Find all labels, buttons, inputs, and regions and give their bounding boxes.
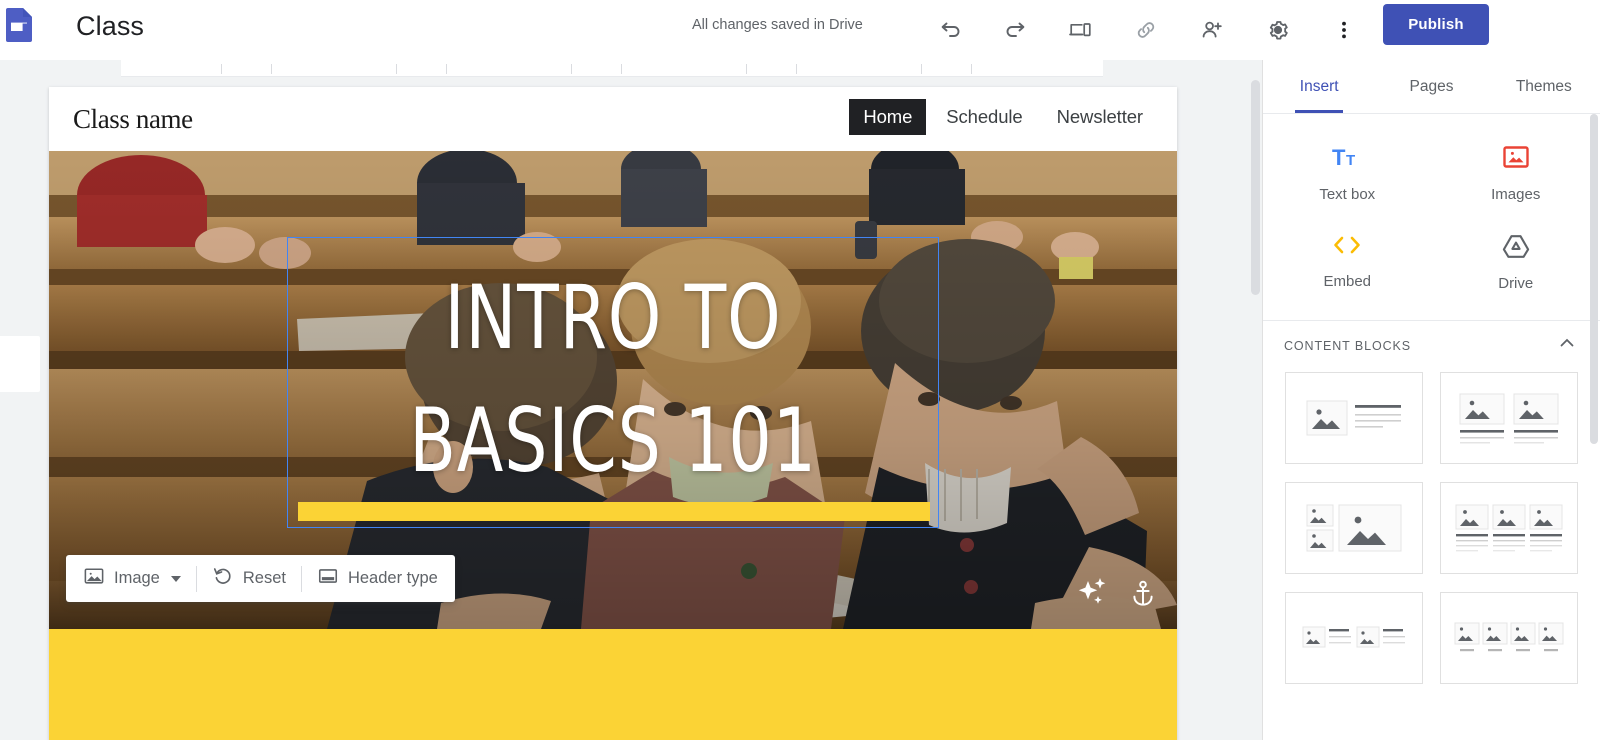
content-block-two-small-one-large-image[interactable]: [1285, 482, 1423, 574]
content-blocks-title: CONTENT BLOCKS: [1284, 338, 1411, 353]
redo-button[interactable]: [994, 8, 1038, 52]
hero-accent-bar: [298, 502, 930, 521]
content-block-three-images-with-text[interactable]: [1440, 482, 1578, 574]
canvas-scrollbar[interactable]: [1249, 78, 1262, 740]
undo-button[interactable]: [928, 8, 972, 52]
chevron-down-icon: [170, 575, 181, 582]
hero-text-selection-box[interactable]: INTRO TO BASICS 101: [287, 237, 939, 528]
nav-item-newsletter[interactable]: Newsletter: [1043, 99, 1157, 135]
more-vertical-icon: [1332, 18, 1356, 42]
toolbar-divider: [300, 565, 302, 592]
hero-title[interactable]: INTRO TO BASICS 101: [334, 256, 893, 502]
insert-panel: Insert Pages Themes T T Text box Images: [1262, 60, 1600, 740]
header-layout-icon: [317, 565, 339, 592]
toolbar-divider: [195, 565, 197, 592]
insert-text-box-label: Text box: [1319, 186, 1376, 203]
more-options-button[interactable]: [1322, 8, 1366, 52]
save-status: All changes saved in Drive: [692, 17, 863, 33]
insert-images-label: Images: [1491, 186, 1541, 203]
ruler-tick: [221, 64, 222, 74]
hero-corner-tools: [1077, 578, 1155, 613]
embed-code-icon: [1332, 233, 1362, 262]
ruler-tick: [746, 64, 747, 74]
sparkle-adjust-icon[interactable]: [1077, 578, 1109, 613]
share-button[interactable]: [1190, 8, 1234, 52]
content-block-four-images-with-captions[interactable]: [1440, 592, 1578, 684]
site-name[interactable]: Class name: [73, 103, 193, 135]
header-type-button[interactable]: Header type: [304, 559, 451, 598]
ruler-tick: [571, 64, 572, 74]
content-blocks-grid: [1263, 368, 1600, 704]
redo-arrow-icon: [1004, 18, 1028, 42]
image-icon: [83, 565, 105, 592]
tab-themes[interactable]: Themes: [1488, 60, 1600, 113]
content-block-two-images-with-text[interactable]: [1440, 372, 1578, 464]
nav-item-home[interactable]: Home: [849, 99, 927, 135]
insert-text-box[interactable]: T T Text box: [1263, 132, 1432, 221]
anchor-icon[interactable]: [1131, 580, 1155, 613]
panel-tabs: Insert Pages Themes: [1263, 60, 1600, 114]
content-block-image-left-text-right[interactable]: [1285, 372, 1423, 464]
ruler-tick: [621, 64, 622, 74]
site-navigation: Home Schedule Newsletter: [849, 99, 1157, 135]
content-block-two-image-text-pairs[interactable]: [1285, 592, 1423, 684]
google-drive-icon: [1502, 233, 1530, 264]
hero-banner[interactable]: INTRO TO BASICS 101 Image Reset Header t…: [49, 151, 1177, 629]
copy-link-button[interactable]: [1124, 8, 1168, 52]
text-box-icon: T T: [1332, 144, 1362, 175]
tab-insert[interactable]: Insert: [1263, 60, 1375, 113]
nav-item-schedule[interactable]: Schedule: [932, 99, 1036, 135]
content-blocks-header[interactable]: CONTENT BLOCKS: [1263, 320, 1600, 368]
header-type-label: Header type: [347, 569, 438, 587]
insert-items-grid: T T Text box Images Embed Drive: [1263, 114, 1600, 320]
tab-pages[interactable]: Pages: [1375, 60, 1487, 113]
insert-images[interactable]: Images: [1432, 132, 1600, 221]
ruler-tick: [796, 64, 797, 74]
panel-scrollbar-thumb[interactable]: [1590, 114, 1598, 444]
ruler-tick: [446, 64, 447, 74]
canvas-ruler: [0, 60, 1262, 78]
app-toolbar: Class All changes saved in Drive Publish: [0, 0, 1600, 60]
copy-link-icon: [1134, 18, 1158, 42]
preview-devices-icon: [1068, 18, 1092, 42]
settings-button[interactable]: [1256, 8, 1300, 52]
yellow-section[interactable]: [49, 629, 1177, 740]
page-scroll-region: Class name Home Schedule Newsletter INTR…: [0, 78, 1262, 740]
insert-embed[interactable]: Embed: [1263, 221, 1432, 310]
ruler-tick: [396, 64, 397, 74]
header-image-toolbar: Image Reset Header type: [66, 555, 455, 602]
ruler-tick: [971, 64, 972, 74]
preview-button[interactable]: [1058, 8, 1102, 52]
reset-label: Reset: [242, 569, 286, 587]
gear-icon: [1266, 18, 1290, 42]
chevron-up-icon[interactable]: [1557, 333, 1577, 358]
insert-embed-label: Embed: [1323, 273, 1372, 290]
image-menu-button[interactable]: Image: [70, 559, 194, 598]
ruler-tick: [271, 64, 272, 74]
canvas-scrollbar-thumb[interactable]: [1251, 80, 1260, 295]
editor-canvas: Class name Home Schedule Newsletter INTR…: [0, 60, 1262, 740]
image-menu-label: Image: [114, 569, 160, 587]
images-icon: [1503, 144, 1529, 175]
svg-text:T: T: [1332, 145, 1346, 170]
site-header-bar: Class name Home Schedule Newsletter: [49, 87, 1177, 151]
undo-arrow-icon: [938, 18, 962, 42]
ruler-tick: [921, 64, 922, 74]
panel-scrollbar[interactable]: [1589, 114, 1599, 740]
insert-drive[interactable]: Drive: [1432, 221, 1600, 310]
svg-text:T: T: [1346, 152, 1355, 169]
page-title[interactable]: Class: [76, 6, 144, 46]
reset-rotate-icon: [212, 565, 234, 592]
add-person-icon: [1200, 18, 1224, 42]
insert-drive-label: Drive: [1498, 275, 1534, 292]
google-sites-logo[interactable]: [6, 8, 32, 42]
ruler-track: [121, 60, 1103, 77]
publish-button[interactable]: Publish: [1383, 4, 1489, 45]
site-page: Class name Home Schedule Newsletter INTR…: [49, 87, 1177, 740]
reset-button[interactable]: Reset: [199, 559, 299, 598]
